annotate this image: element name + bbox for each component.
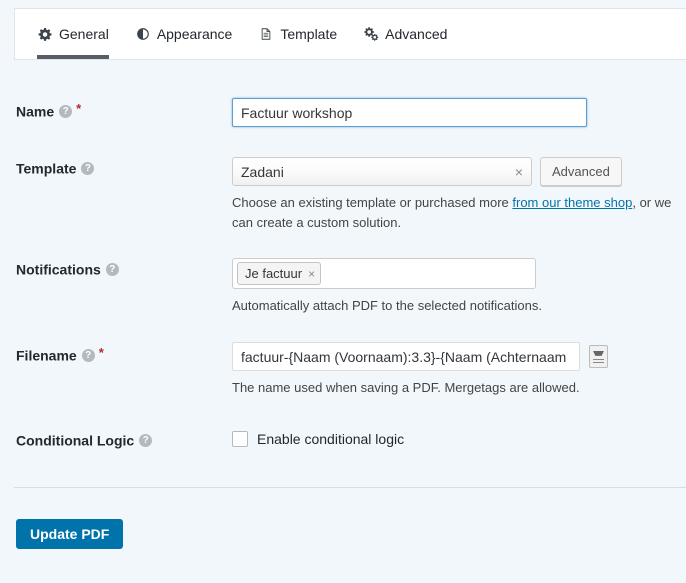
update-pdf-button[interactable]: Update PDF (16, 519, 124, 549)
help-icon-conditional-logic[interactable]: ? (139, 433, 153, 447)
field-control-template: Zadani × Advanced Choose an existing tem… (232, 157, 686, 233)
template-selected-value: Zadani (241, 163, 284, 180)
tab-advanced[interactable]: Advanced (363, 9, 447, 59)
field-row-name: Name? * (0, 98, 686, 127)
conditional-logic-checkbox-row: Enable conditional logic (232, 429, 686, 447)
template-description-line2: custom solution. (307, 215, 402, 231)
gear-icon (37, 26, 53, 42)
pdf-settings-form: Name?* Template? Zadani × Advanced Choos… (0, 78, 686, 448)
tab-template-label: Template (280, 26, 338, 42)
tab-general-label: General (59, 26, 109, 42)
clear-icon[interactable]: × (513, 165, 525, 179)
template-label-text: Template (16, 160, 77, 177)
notifications-multiselect[interactable]: Je factuur × (232, 258, 536, 290)
tab-advanced-label: Advanced (385, 26, 448, 42)
enable-conditional-logic-label[interactable]: Enable conditional logic (257, 431, 404, 447)
filename-description: The name used when saving a PDF. Mergeta… (232, 380, 580, 396)
field-label-name: Name? * (16, 98, 232, 120)
required-asterisk-name: * (76, 101, 82, 116)
filename-label-text: Filename (16, 347, 77, 364)
template-advanced-button[interactable]: Advanced (540, 157, 622, 186)
theme-shop-link[interactable]: from our theme shop (512, 195, 632, 210)
active-tab-indicator (37, 55, 109, 59)
field-label-template: Template? (16, 157, 232, 177)
help-icon-template[interactable]: ? (81, 162, 95, 175)
field-control-name (232, 98, 686, 127)
notifications-label-text: Notifications (16, 261, 101, 278)
remove-tag-icon[interactable]: × (308, 267, 315, 281)
field-label-notifications: Notifications? (16, 258, 232, 278)
filename-control-group (232, 342, 686, 372)
tab-appearance[interactable]: Appearance (135, 9, 233, 59)
field-row-conditional-logic: Conditional Logic? Enable conditional lo… (0, 429, 686, 449)
submit-area: Update PDF (16, 519, 124, 549)
field-row-template: Template? Zadani × Advanced Choose an ex… (0, 157, 686, 233)
tab-appearance-label: Appearance (156, 26, 233, 42)
template-description-part1: Choose an existing template or purchased… (232, 195, 513, 210)
form-divider (14, 487, 686, 488)
field-control-notifications: Je factuur × Automatically attach PDF to… (232, 258, 686, 316)
name-input[interactable] (232, 98, 587, 127)
help-icon-filename[interactable]: ? (81, 349, 95, 363)
tab-template[interactable]: Template (258, 9, 337, 59)
field-row-filename: Filename?* The name used when saving a P… (0, 342, 686, 398)
name-label-text: Name (16, 103, 55, 120)
mergetag-icon[interactable] (589, 345, 608, 369)
field-label-filename: Filename? * (16, 342, 232, 364)
tab-general[interactable]: General (37, 9, 109, 59)
required-asterisk-filename: * (98, 345, 104, 361)
field-label-conditional-logic: Conditional Logic? (16, 429, 232, 449)
settings-tab-panel: General Appearance Template Advanced (14, 8, 686, 60)
document-icon (258, 26, 274, 42)
enable-conditional-logic-checkbox[interactable] (232, 430, 248, 447)
template-select[interactable]: Zadani × (232, 157, 532, 186)
notification-tag-label: Je factuur (245, 266, 303, 282)
contrast-icon (135, 26, 151, 42)
field-control-conditional-logic: Enable conditional logic (232, 429, 686, 447)
tab-strip: General Appearance Template Advanced (15, 9, 686, 59)
notifications-description: Automatically attach PDF to the selected… (232, 298, 542, 314)
field-control-filename: The name used when saving a PDF. Mergeta… (232, 342, 686, 398)
filename-input[interactable] (232, 342, 580, 372)
gears-icon (363, 26, 379, 42)
template-description: Choose an existing template or purchased… (232, 193, 686, 233)
notification-tag[interactable]: Je factuur × (237, 262, 322, 286)
conditional-logic-label-text: Conditional Logic (16, 432, 135, 449)
help-icon-notifications[interactable]: ? (105, 263, 119, 277)
field-row-notifications: Notifications? Je factuur × Automaticall… (0, 258, 686, 316)
help-icon-name[interactable]: ? (59, 105, 73, 118)
